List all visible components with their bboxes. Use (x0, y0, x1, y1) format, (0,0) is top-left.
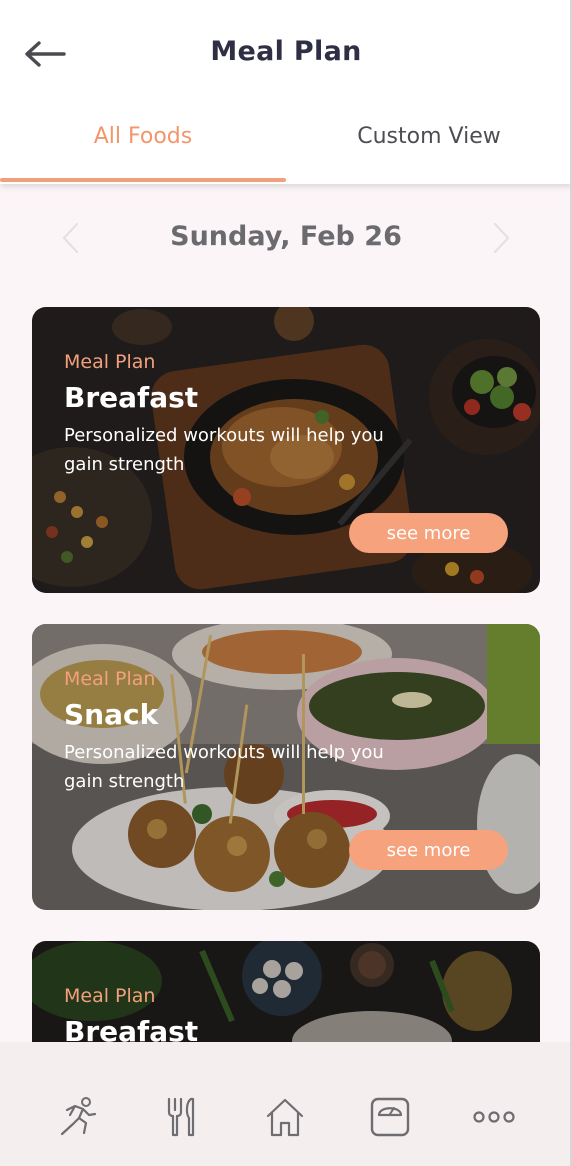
meal-plan-screen: Meal Plan All Foods Custom View Sunday, … (0, 0, 572, 1166)
card-description: Personalized workouts will help you gain… (64, 742, 384, 792)
fork-knife-icon (167, 1097, 195, 1137)
card-category: Meal Plan (64, 351, 156, 373)
card-title: Snack (64, 698, 159, 731)
running-icon (60, 1097, 97, 1136)
current-date: Sunday, Feb 26 (170, 221, 402, 252)
see-more-button[interactable]: see more (349, 830, 508, 870)
card-title: Breafast (64, 381, 199, 414)
scale-icon (370, 1097, 410, 1137)
nav-home[interactable] (262, 1094, 308, 1140)
chevron-right-icon (493, 222, 510, 254)
tab-all-foods[interactable]: All Foods (0, 124, 286, 149)
nav-weight[interactable] (367, 1094, 413, 1140)
bottom-navigation (0, 1042, 572, 1166)
next-day-button[interactable] (488, 220, 516, 256)
app-header: Meal Plan All Foods Custom View (0, 0, 572, 184)
card-category: Meal Plan (64, 668, 156, 690)
card-category: Meal Plan (64, 985, 156, 1007)
see-more-button[interactable]: see more (349, 513, 508, 553)
meal-card-breakfast[interactable]: Meal Plan Breafast Personalized workouts… (32, 307, 540, 593)
nav-more[interactable] (471, 1094, 517, 1140)
date-switcher: Sunday, Feb 26 (0, 212, 572, 264)
card-description: Personalized workouts will help you gain… (64, 425, 384, 475)
nav-meals[interactable] (158, 1094, 204, 1140)
page-title: Meal Plan (210, 36, 362, 67)
more-icon (473, 1111, 515, 1123)
meal-card-snack[interactable]: Meal Plan Snack Personalized workouts wi… (32, 624, 540, 910)
nav-workout[interactable] (55, 1094, 101, 1140)
active-tab-indicator (0, 178, 286, 182)
tab-custom-view[interactable]: Custom View (286, 124, 572, 149)
home-icon (266, 1098, 304, 1137)
